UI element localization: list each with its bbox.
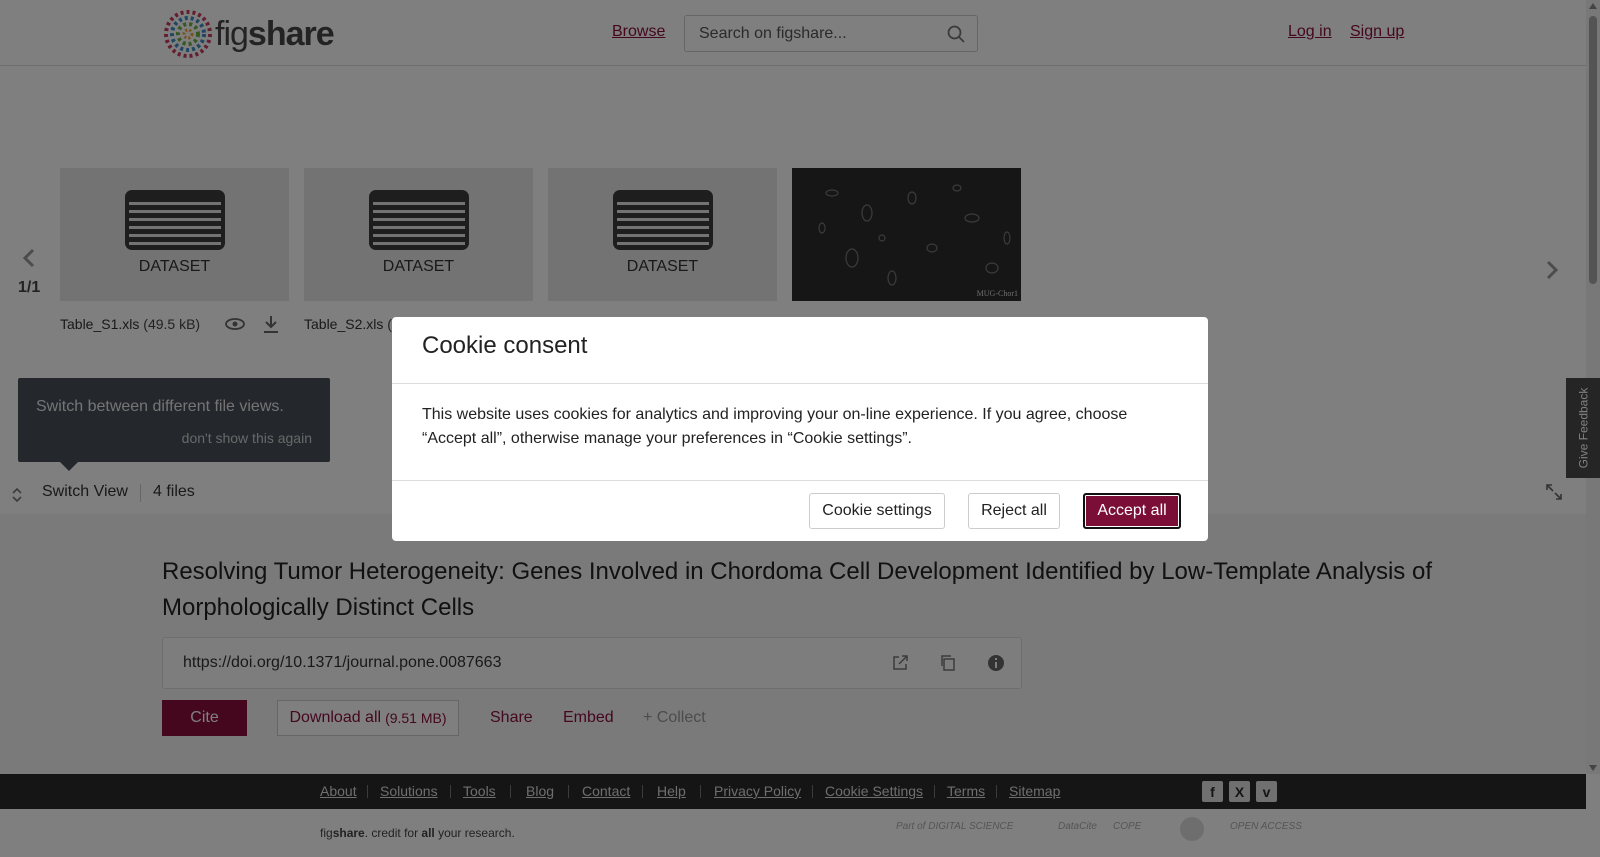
modal-header: Cookie consent (392, 317, 1208, 384)
cookie-consent-dialog: Cookie consent This website uses cookies… (392, 317, 1208, 541)
accept-all-button[interactable]: Accept all (1083, 493, 1181, 529)
modal-body-text: This website uses cookies for analytics … (422, 406, 1128, 447)
reject-all-button[interactable]: Reject all (968, 493, 1060, 529)
modal-title: Cookie consent (422, 332, 588, 359)
cookie-settings-button[interactable]: Cookie settings (809, 493, 945, 529)
divider (392, 480, 1208, 481)
